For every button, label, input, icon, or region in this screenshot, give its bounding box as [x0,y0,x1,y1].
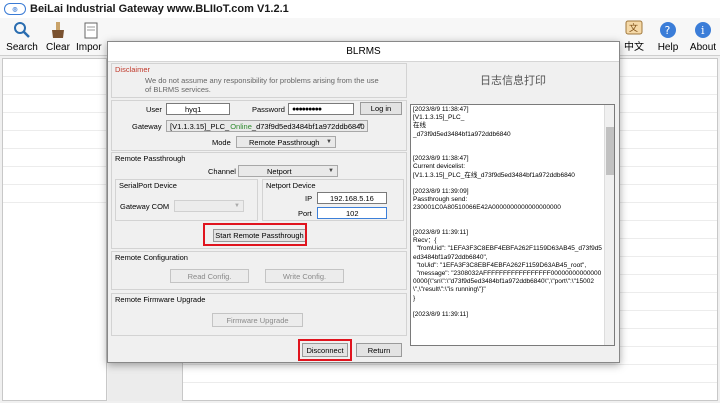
password-label: Password [252,105,285,114]
clear-label: Clear [46,42,70,53]
highlight-disconnect [298,339,352,361]
ip-label: IP [305,194,313,203]
mode-value: Remote Passthrough [249,137,320,147]
clear-button[interactable]: Clear [44,18,72,56]
gateway-com-label: Gateway COM [120,202,170,211]
gateway-id: _d73f9d5ed3484bf1a972ddb6840 [251,121,365,131]
chevron-down-icon: ▼ [328,168,334,174]
disclaimer-group: Disclaimer We do not assume any responsi… [111,63,407,98]
login-group: User hyq1 Password ●●●●●●●●● Log in Gate… [111,100,407,151]
disclaimer-text: We do not assume any responsibility for … [145,76,379,94]
search-icon [11,20,33,40]
firmware-title: Remote Firmware Upgrade [115,295,206,304]
login-button[interactable]: Log in [360,102,402,115]
port-input[interactable]: 102 [317,207,387,219]
about-icon: i [692,20,714,40]
user-label: User [146,105,162,114]
write-config-button[interactable]: Write Config. [265,269,344,283]
gateway-prefix: [V1.1.3.15]_PLC_ [170,121,230,131]
gateway-status: Online [230,121,252,131]
serialport-title: SerialPort Device [119,181,177,190]
svg-text:文: 文 [629,22,638,34]
channel-select[interactable]: Netport ▼ [238,165,338,177]
import-label: Impor [76,42,102,53]
return-button[interactable]: Return [356,343,402,357]
search-button[interactable]: Search [4,18,40,56]
import-button[interactable]: Impor [76,18,110,56]
app-title: BeiLai Industrial Gateway www.BLIIoT.com… [30,3,289,15]
gateway-label: Gateway [132,122,162,131]
blrms-dialog: BLRMS Disclaimer We do not assume any re… [107,41,620,363]
help-button[interactable]: ? Help [654,18,682,56]
about-button[interactable]: i About [686,18,720,56]
passthrough-title: Remote Passthrough [115,154,186,163]
disclaimer-title: Disclaimer [115,65,151,74]
language-icon: 文 [623,18,645,36]
device-list-pane [2,58,107,401]
log-scrollbar[interactable] [604,105,614,345]
import-icon [80,20,102,40]
log-text: [2023/8/9 11:38:47] [V1.1.3.15]_PLC_ 在线 … [413,106,602,319]
serialport-group: SerialPort Device Gateway COM ▼ [115,179,258,221]
configuration-title: Remote Configuration [115,253,188,262]
mode-select[interactable]: Remote Passthrough ▼ [236,136,336,148]
search-label: Search [6,42,38,53]
app-logo: ◎ [4,3,26,15]
svg-text:?: ? [665,24,671,37]
user-input[interactable]: hyq1 [166,103,230,115]
read-config-button[interactable]: Read Config. [170,269,249,283]
password-input[interactable]: ●●●●●●●●● [288,103,354,115]
netport-title: Netport Device [266,181,316,190]
language-label: 中文 [624,42,644,53]
channel-value: Netport [267,166,292,176]
firmware-upgrade-button[interactable]: Firmware Upgrade [212,313,303,327]
about-label: About [689,42,717,53]
ip-input[interactable]: 192.168.5.16 [317,192,387,204]
log-title: 日志信息打印 [480,75,546,87]
firmware-group: Remote Firmware Upgrade Firmware Upgrade [111,293,407,336]
log-scroll-thumb[interactable] [606,127,614,175]
mode-label: Mode [212,138,231,147]
gateway-select[interactable]: [V1.1.3.15]_PLC_ Online _d73f9d5ed3484bf1a… [166,120,368,132]
help-icon: ? [657,20,679,40]
netport-group: Netport Device IP 192.168.5.16 Port 102 [262,179,404,221]
chevron-down-icon: ▼ [234,203,240,209]
svg-text:i: i [701,24,705,37]
highlight-start-passthrough [203,223,307,246]
configuration-group: Remote Configuration Read Config. Write … [111,251,407,290]
chevron-down-icon: ▼ [326,139,332,145]
clear-icon [47,20,69,40]
dialog-title: BLRMS [108,42,619,62]
chevron-down-icon: ▼ [358,123,364,129]
language-button[interactable]: 文 中文 [622,18,646,56]
app-titlebar: ◎ BeiLai Industrial Gateway www.BLIIoT.c… [0,0,720,18]
port-label: Port [298,209,312,218]
gateway-com-select[interactable]: ▼ [174,200,244,212]
channel-label: Channel [208,167,236,176]
log-output[interactable]: [2023/8/9 11:38:47] [V1.1.3.15]_PLC_ 在线 … [410,104,615,346]
help-label: Help [657,42,679,53]
